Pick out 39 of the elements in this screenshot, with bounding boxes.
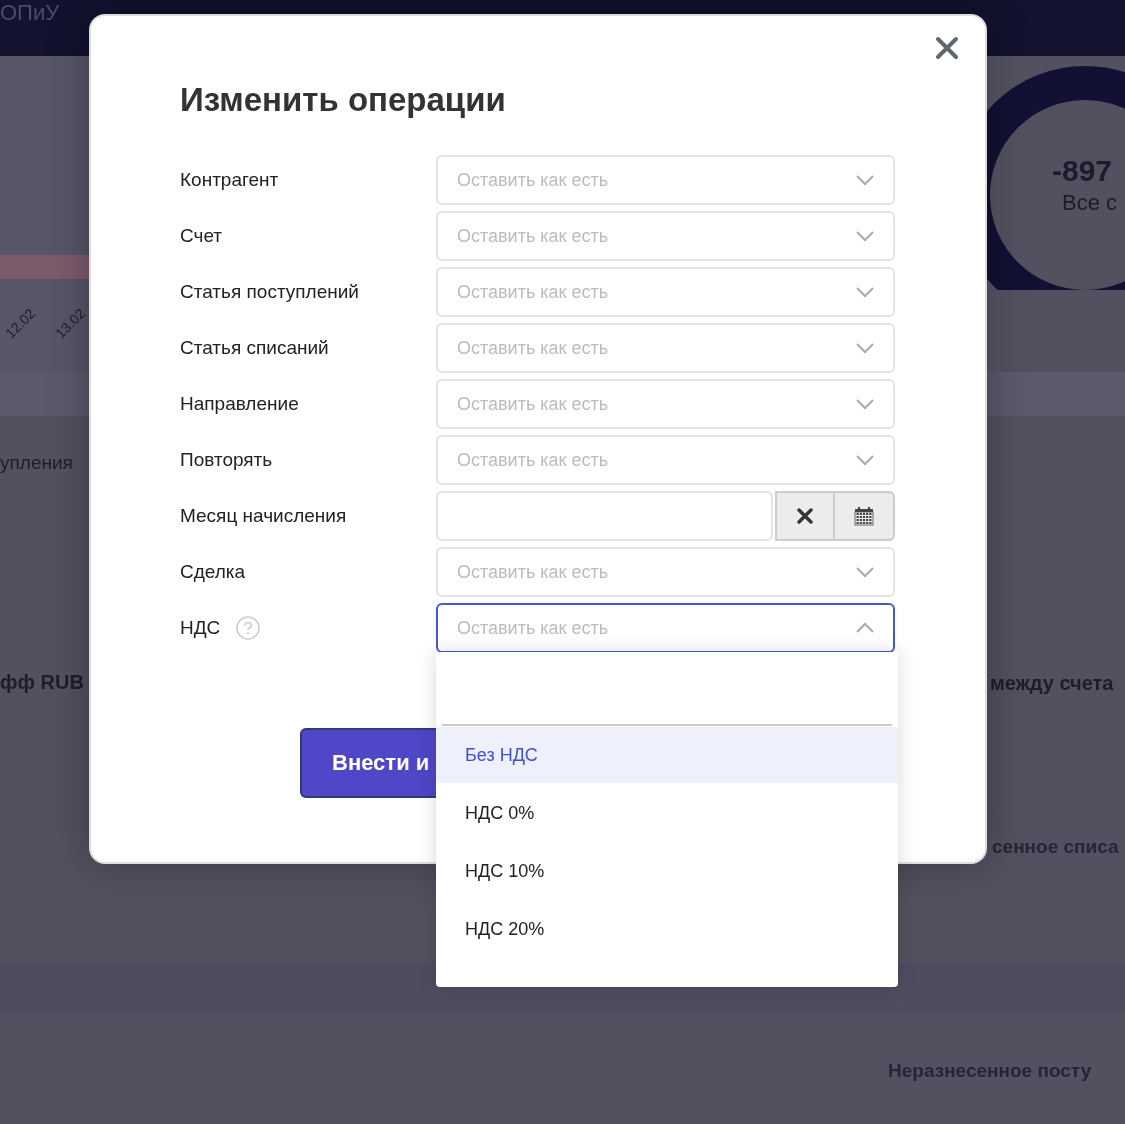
close-icon (935, 36, 959, 60)
dropdown-field[interactable]: Оставить как есть (436, 155, 895, 205)
dropdown-option[interactable]: НДС 10% (436, 843, 898, 899)
total-caption: Все с (1062, 190, 1118, 216)
chevron-down-icon (855, 565, 875, 579)
chevron-down-icon (855, 229, 875, 243)
field-label: Статья списаний (180, 337, 329, 359)
field-label: Статья поступлений (180, 281, 359, 303)
dropdown-field[interactable]: Оставить как есть (436, 379, 895, 429)
chevron-down-icon (855, 341, 875, 355)
nav-tab[interactable]: ОПиУ (0, 0, 60, 25)
chevron-down-icon (855, 453, 875, 467)
dropdown-option[interactable]: Без НДС (436, 727, 898, 783)
dropdown-field[interactable]: Оставить как есть (436, 211, 895, 261)
field-label: Сделка (180, 561, 246, 583)
clear-button[interactable] (775, 491, 835, 541)
chevron-down-icon (855, 397, 875, 411)
field-label: НДС (180, 617, 221, 639)
dropdown-option[interactable]: НДС 20% (436, 901, 898, 957)
dialog-title: Изменить операции (180, 80, 507, 120)
dropdown-field[interactable]: Оставить как есть (436, 547, 895, 597)
date-field[interactable] (436, 491, 773, 541)
calendar-icon (854, 506, 874, 526)
clear-icon (797, 508, 813, 524)
dropdown-option[interactable]: НДС 0% (436, 785, 898, 841)
chevron-down-icon (855, 173, 875, 187)
field-label: Повторять (180, 449, 273, 471)
field-label: Направление (180, 393, 299, 415)
dropdown-field[interactable]: Оставить как есть (436, 435, 895, 485)
chevron-up-icon (855, 621, 875, 635)
dropdown-field[interactable]: Оставить как есть (436, 323, 895, 373)
dropdown-field[interactable]: Оставить как есть (436, 267, 895, 317)
calendar-button[interactable] (835, 491, 895, 541)
field-label: Контрагент (180, 169, 279, 191)
field-label: Счет (180, 225, 223, 247)
close-button[interactable] (935, 36, 959, 60)
field-label: Месяц начисления (180, 505, 347, 527)
total-amount: -897 (1052, 154, 1113, 188)
chevron-down-icon (855, 285, 875, 299)
